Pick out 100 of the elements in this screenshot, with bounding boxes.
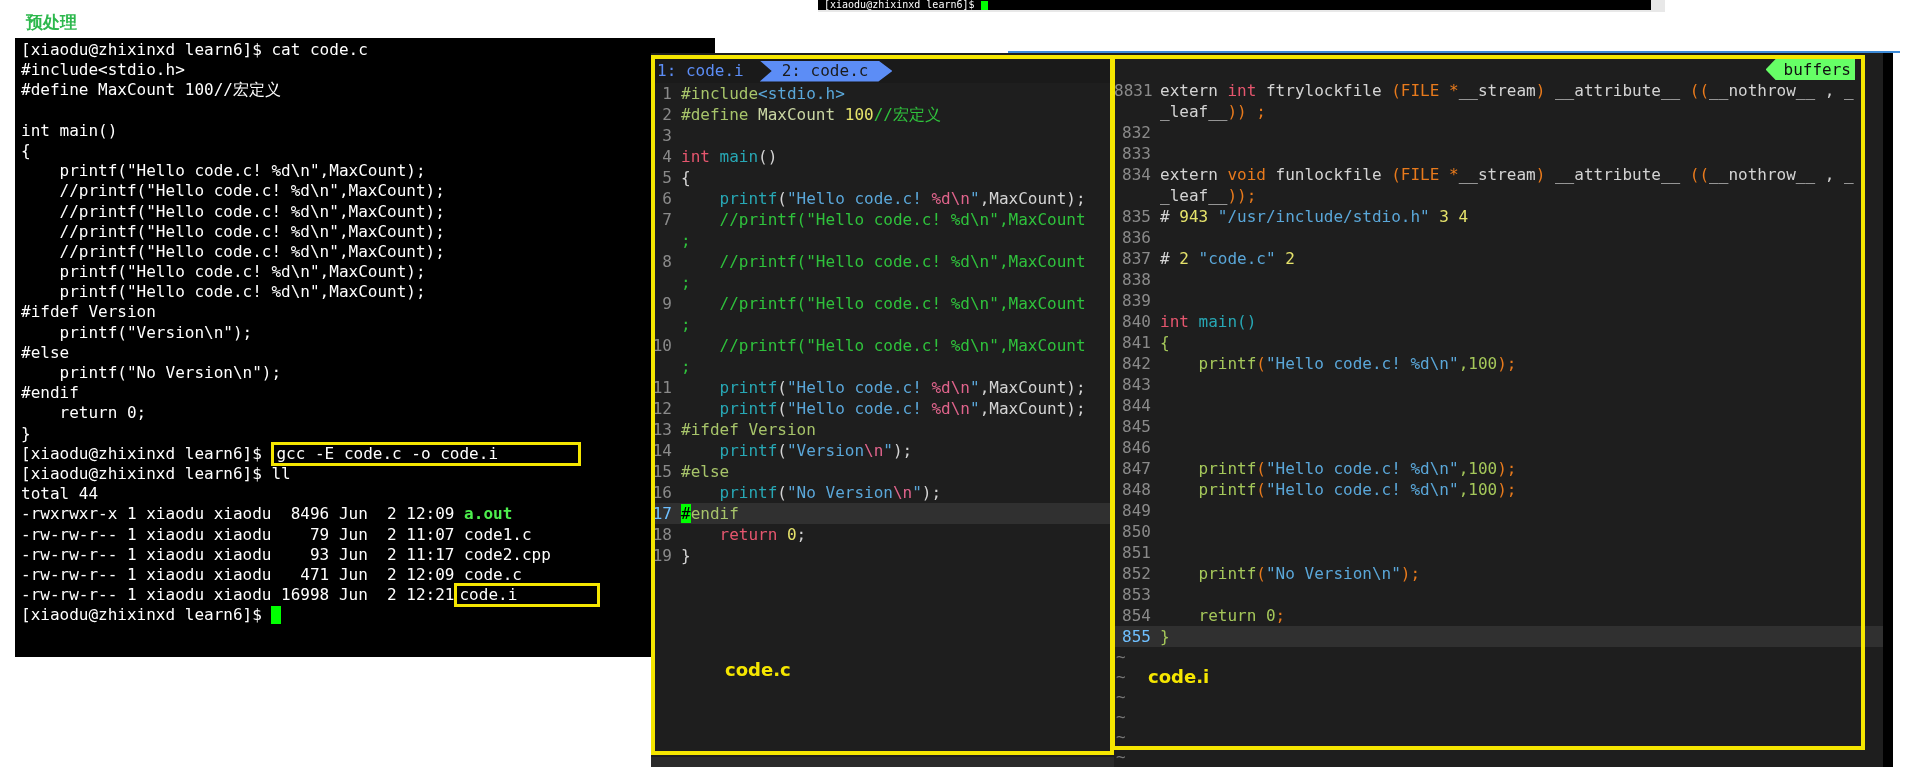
terminal-text: return 0; xyxy=(58,403,147,424)
terminal-text: [xiaodu@zhixinxd learn6]$ cat code.c xyxy=(21,40,368,61)
terminal-text: printf("Hello code.c! %d\n",MaxCount); xyxy=(58,282,426,303)
line-number: 850 xyxy=(1122,521,1151,541)
code-text: #define MaxCount 100//宏定义 xyxy=(681,103,941,126)
code-text: //printf("Hello code.c! %d\n",MaxCount xyxy=(718,292,1086,315)
code-text: int main() xyxy=(681,145,778,168)
terminal-text: [xiaodu@zhixinxd learn6]$ xyxy=(21,605,263,626)
code-text: #else xyxy=(681,460,730,483)
terminal-text: [xiaodu@zhixinxd learn6]$ xyxy=(21,443,263,464)
code-text: _leaf__)); xyxy=(1160,184,1257,207)
terminal-text: printf("Hello code.c! %d\n",MaxCount); xyxy=(58,161,426,182)
annotation-label: code.c xyxy=(725,658,791,682)
line-number: 834 xyxy=(1122,164,1151,184)
section-heading: 预处理 xyxy=(26,11,77,34)
line-number: 842 xyxy=(1122,353,1151,373)
line-number: 13 xyxy=(652,419,672,439)
buffer-tab[interactable]: 2: code.c xyxy=(759,60,893,82)
line-number: 838 xyxy=(1122,269,1151,289)
buffer-tab[interactable]: 1: code.i xyxy=(657,60,760,82)
code-text: return 0; xyxy=(1197,604,1286,627)
terminal-text: #include<stdio.h> xyxy=(21,60,185,81)
code-text: } xyxy=(1160,625,1170,648)
code-text: //printf("Hello code.c! %d\n",MaxCount xyxy=(718,334,1086,357)
line-number: 841 xyxy=(1122,332,1151,352)
line-number: 839 xyxy=(1122,290,1151,310)
code-text: _leaf__)) ; xyxy=(1160,100,1266,123)
terminal-text: [xiaodu@zhixinxd learn6]$ ll xyxy=(21,463,291,485)
code-text: printf("No Version\n"); xyxy=(1197,562,1421,585)
line-number: 8 xyxy=(662,251,672,271)
terminal-text: [xiaodu@zhixinxd learn6]$ xyxy=(824,0,975,10)
line-number: 12 xyxy=(652,398,672,418)
terminal-text: -rw-rw-r-- 1 xiaodu xiaodu 79 Jun 2 11:07 code1.c xyxy=(21,524,532,545)
tilde-marker: ~ xyxy=(1116,710,1126,724)
terminal-text: //printf("Hello code.c! %d\n",MaxCount); xyxy=(58,201,445,222)
terminal-text: int main() xyxy=(21,120,118,141)
line-number: 848 xyxy=(1122,479,1151,499)
line-number: 5 xyxy=(662,167,672,187)
code-text: printf("Hello code.c! %d\n",MaxCount); xyxy=(718,376,1086,399)
code-text: extern void funlockfile (FILE *__stream) __attribute__ ((__nothrow__ , _ xyxy=(1160,163,1854,186)
line-number: 836 xyxy=(1122,227,1151,247)
terminal-text: -rw-rw-r-- 1 xiaodu xiaodu 16998 Jun 2 12:21 xyxy=(21,585,455,606)
terminal-text: //printf("Hello code.c! %d\n",MaxCount); xyxy=(58,241,445,263)
code-text: ; xyxy=(681,229,691,252)
highlight-box: code.i xyxy=(454,583,601,608)
code-text: ; xyxy=(681,271,691,294)
code-text: { xyxy=(1160,331,1170,354)
line-number: 845 xyxy=(1122,416,1151,436)
line-number: 854 xyxy=(1122,605,1151,625)
code-text: return 0; xyxy=(718,523,807,546)
line-number: 18 xyxy=(652,524,672,544)
executable-name: a.out xyxy=(464,504,513,525)
highlight-box: gcc -E code.c -o code.i xyxy=(271,441,581,466)
terminal-text: #else xyxy=(21,342,70,363)
line-number: 7 xyxy=(662,209,672,229)
terminal-text: printf("Hello code.c! %d\n",MaxCount); xyxy=(58,262,426,283)
code-text: //printf("Hello code.c! %d\n",MaxCount xyxy=(718,208,1086,231)
code-text: printf("No Version\n"); xyxy=(718,481,942,504)
line-number: 19 xyxy=(652,545,672,565)
code-text: //printf("Hello code.c! %d\n",MaxCount xyxy=(718,250,1086,273)
code-text: ; xyxy=(681,355,691,378)
terminal-text: { xyxy=(21,140,31,162)
line-number: 849 xyxy=(1122,500,1151,520)
tilde-marker: ~ xyxy=(1116,650,1126,664)
line-number: 3 xyxy=(662,125,672,145)
tilde-marker: ~ xyxy=(1116,750,1126,764)
terminal-text: printf("No Version\n"); xyxy=(58,363,282,384)
code-text: } xyxy=(681,544,691,567)
code-text: printf("Hello code.c! %d\n",MaxCount); xyxy=(718,187,1086,210)
line-number: 16 xyxy=(652,482,672,502)
tilde-marker: ~ xyxy=(1116,730,1126,744)
line-number: 9 xyxy=(662,293,672,313)
line-number: 843 xyxy=(1122,374,1151,394)
line-number: 855 xyxy=(1122,626,1151,646)
code-text: int main() xyxy=(1160,310,1257,333)
code-text: #include<stdio.h> xyxy=(681,82,845,105)
line-number: 10 xyxy=(652,335,672,355)
terminal-text: #define MaxCount 100//宏定义 xyxy=(21,80,281,101)
terminal-text: printf("Version\n"); xyxy=(58,322,253,343)
terminal-text: total 44 xyxy=(21,484,99,505)
code-text: extern int ftrylockfile (FILE *__stream) __attribute__ ((__nothrow__ , _ xyxy=(1160,79,1854,102)
code-text: ; xyxy=(681,313,691,336)
line-number: 835 xyxy=(1122,206,1151,226)
code-text: # 943 "/usr/include/stdio.h" 3 4 xyxy=(1160,205,1469,228)
line-number: 846 xyxy=(1122,437,1151,457)
terminal-text: -rw-rw-r-- 1 xiaodu xiaodu 93 Jun 2 11:17 code2.cpp xyxy=(21,544,551,565)
line-number: 837 xyxy=(1122,248,1151,268)
code-text: #ifdef Version xyxy=(681,418,816,441)
tilde-marker: ~ xyxy=(1116,670,1126,684)
line-number: 4 xyxy=(662,146,672,166)
terminal-text: -rwxrwxr-x 1 xiaodu xiaodu 8496 Jun 2 12:09 xyxy=(21,504,456,525)
code-text: # 2 "code.c" 2 xyxy=(1160,247,1295,270)
line-number: 14 xyxy=(652,440,672,460)
line-number: 852 xyxy=(1122,563,1151,583)
terminal-text: //printf("Hello code.c! %d\n",MaxCount); xyxy=(58,181,445,202)
tilde-marker: ~ xyxy=(1116,690,1126,704)
terminal-text: } xyxy=(21,423,31,444)
line-number: 6 xyxy=(662,188,672,208)
line-number: 851 xyxy=(1122,542,1151,562)
line-number: 17 xyxy=(652,503,672,523)
